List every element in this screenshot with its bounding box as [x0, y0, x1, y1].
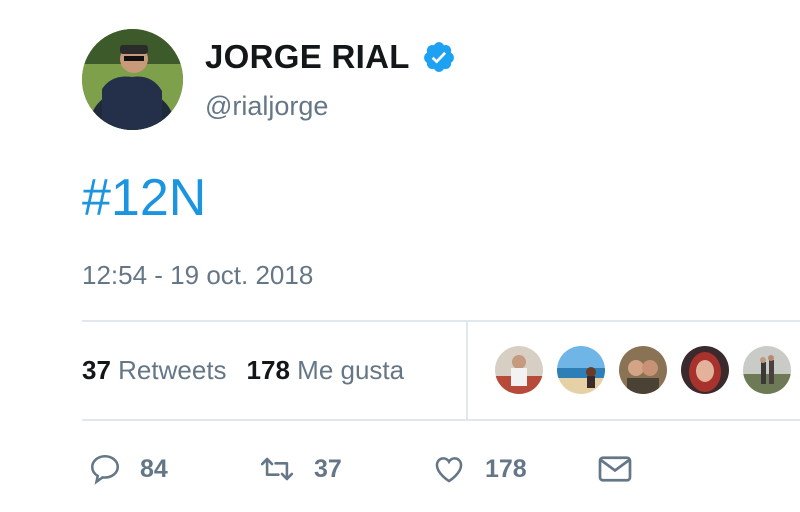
divider-bottom	[82, 419, 800, 421]
liker-avatars	[493, 344, 793, 396]
reply-count: 84	[140, 454, 168, 483]
divider-vertical	[466, 322, 468, 419]
reply-icon	[88, 452, 122, 486]
liker-avatar-1-icon[interactable]	[493, 344, 545, 396]
tweet-stats: 37 Retweets 178 Me gusta	[82, 355, 404, 386]
reply-button[interactable]: 84	[88, 452, 258, 486]
envelope-icon	[597, 454, 633, 484]
retweet-button[interactable]: 37	[258, 452, 431, 486]
divider-top	[82, 320, 800, 322]
display-name[interactable]: JORGE RIAL	[205, 38, 410, 76]
retweet-count: 37	[314, 454, 342, 483]
retweets-label: Retweets	[118, 355, 227, 385]
direct-message-button[interactable]	[597, 454, 633, 484]
user-handle[interactable]: @rialjorge	[205, 91, 328, 122]
verified-badge-icon	[422, 40, 456, 74]
liker-avatar-3-icon[interactable]	[617, 344, 669, 396]
liker-avatar-4-icon[interactable]	[679, 344, 731, 396]
hashtag-link[interactable]: #12N	[82, 168, 206, 228]
liker-avatar-5-icon[interactable]	[741, 344, 793, 396]
retweets-stat[interactable]: 37 Retweets	[82, 355, 227, 386]
like-count: 178	[485, 454, 527, 483]
retweets-count: 37	[82, 355, 111, 385]
tweet-action-bar: 84 37 178	[88, 452, 633, 486]
user-avatar[interactable]	[82, 29, 183, 130]
likes-count: 178	[246, 355, 290, 385]
likes-stat[interactable]: 178 Me gusta	[247, 355, 405, 386]
tweet-timestamp[interactable]: 12:54 - 19 oct. 2018	[82, 260, 313, 291]
user-name-row: JORGE RIAL	[205, 38, 456, 76]
retweet-icon	[258, 452, 296, 486]
liker-avatar-2-icon[interactable]	[555, 344, 607, 396]
likes-label: Me gusta	[297, 355, 405, 385]
heart-icon	[431, 452, 467, 486]
like-button[interactable]: 178	[431, 452, 597, 486]
